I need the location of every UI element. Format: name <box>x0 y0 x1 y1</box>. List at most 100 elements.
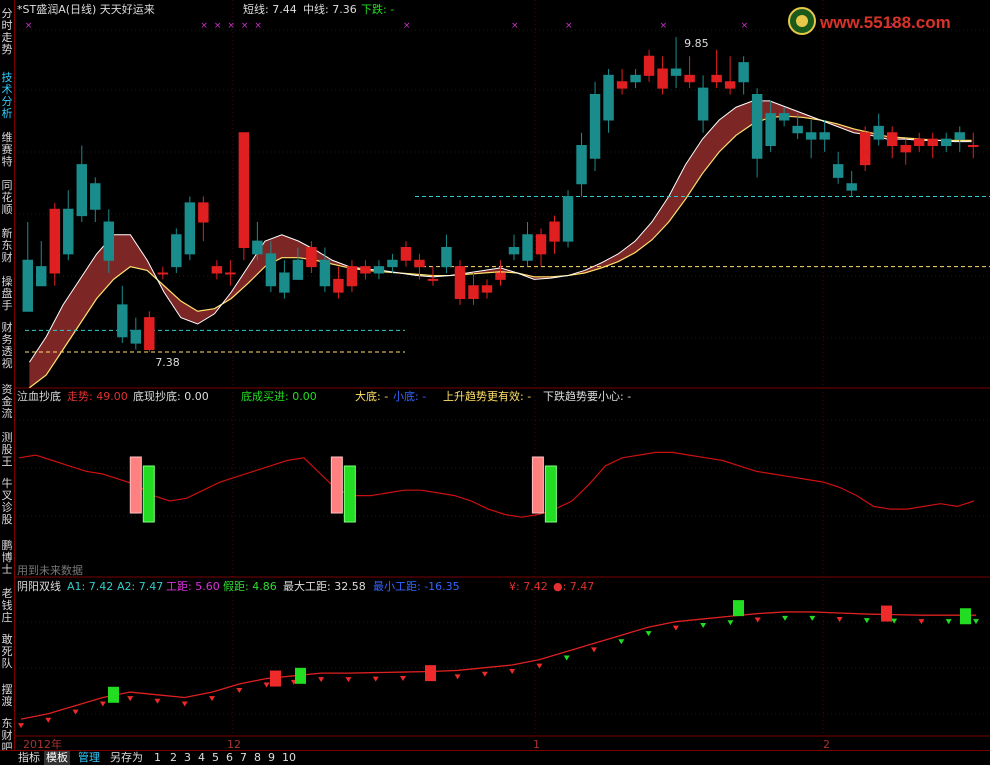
candle-body <box>711 74 722 83</box>
rail-item-11[interactable]: 老钱庄 <box>0 588 14 624</box>
signal-cross-0: × <box>25 21 33 31</box>
rail-item-0[interactable]: 分时走势 <box>0 8 14 56</box>
yen-value: ¥: 7.42 <box>509 580 548 593</box>
tab-2[interactable]: 管理 <box>76 751 102 765</box>
a-box-6 <box>960 608 971 625</box>
candle-body <box>360 266 371 274</box>
bottom-value: 底现抄底: 0.00 <box>133 389 209 403</box>
rail-item-4[interactable]: 新东财 <box>0 228 14 264</box>
rail-item-1[interactable]: 技术分析 <box>0 72 14 120</box>
candle-body <box>117 304 128 338</box>
candle-body <box>562 196 574 242</box>
signal-cross-4: × <box>241 21 249 31</box>
mid-line-value: 中线: 7.36 <box>303 2 357 16</box>
candle-body <box>522 234 533 261</box>
a1-marker <box>809 615 816 621</box>
logo-text: www.55188.com <box>819 13 951 32</box>
candle-body <box>832 164 844 178</box>
a1-marker <box>154 698 161 704</box>
tab-5[interactable]: 2 <box>168 751 179 765</box>
max-distance-value: 最大工距: 32.58 <box>283 579 366 593</box>
rail-item-9[interactable]: 牛叉诊股 <box>0 478 14 526</box>
signal-cross-5: × <box>254 21 262 31</box>
candle-body <box>346 266 358 287</box>
tab-0[interactable]: 指标 <box>16 751 42 765</box>
signal-cross-3: × <box>227 21 235 31</box>
a1-marker <box>863 618 870 624</box>
dot-value: ●: 7.47 <box>553 580 594 593</box>
candle-body <box>414 259 425 268</box>
signal-cross-1: × <box>200 21 208 31</box>
candle-body <box>535 234 547 255</box>
candle-body <box>441 247 452 268</box>
chart-canvas[interactable]: 9.857.38×××××××××××××*ST盛润A(日线) 天天好运来短线:… <box>15 0 990 750</box>
tab-13[interactable]: 10 <box>280 751 298 765</box>
a1-marker <box>263 682 270 688</box>
signal-cross-2: × <box>214 21 222 31</box>
candle-body <box>90 183 101 210</box>
tab-4[interactable]: 1 <box>152 751 163 765</box>
buy-value: 底成买进: 0.00 <box>241 389 317 403</box>
ma-band <box>29 100 972 388</box>
tab-7[interactable]: 4 <box>196 751 207 765</box>
a1-marker <box>454 674 461 680</box>
trend-line <box>18 451 975 518</box>
panel2-title: 泣血抄底 <box>17 389 61 403</box>
tab-8[interactable]: 5 <box>210 751 221 765</box>
candle-body <box>454 266 466 299</box>
rail-item-8[interactable]: 测股王 <box>0 432 14 468</box>
a1-marker <box>345 677 352 683</box>
chart-area[interactable]: 9.857.38×××××××××××××*ST盛润A(日线) 天天好运来短线:… <box>15 0 990 750</box>
up-trend-value: 上升趋势更有效: - <box>443 389 531 403</box>
candle-body <box>630 74 641 83</box>
candle-body <box>765 113 776 146</box>
a1-marker <box>509 669 516 674</box>
candle-body <box>941 138 952 146</box>
candle-body <box>657 68 668 89</box>
short-line-value: 短线: 7.44 <box>243 2 297 16</box>
rail-item-14[interactable]: 东财吧 <box>0 718 14 754</box>
rail-item-6[interactable]: 财务透视 <box>0 322 14 370</box>
tab-11[interactable]: 8 <box>252 751 263 765</box>
min-distance-value: 最小工距: -16.35 <box>373 580 460 593</box>
signal-cross-8: × <box>565 21 573 31</box>
tab-9[interactable]: 6 <box>224 751 235 765</box>
ma-short-line <box>28 100 972 363</box>
candle-body <box>738 62 749 83</box>
candle-body <box>198 202 209 223</box>
a1-marker <box>18 723 24 729</box>
rail-item-13[interactable]: 摆渡 <box>0 684 14 708</box>
a1-marker <box>209 696 215 702</box>
rail-item-10[interactable]: 鹏博士 <box>0 540 14 576</box>
tab-3[interactable]: 另存为 <box>108 751 145 765</box>
candle-body <box>549 221 560 242</box>
rail-item-2[interactable]: 维赛特 <box>0 132 14 168</box>
a1-marker <box>236 687 243 693</box>
a1-marker <box>318 677 325 683</box>
tab-12[interactable]: 9 <box>266 751 277 765</box>
candle-body <box>495 272 506 280</box>
a-box-0 <box>108 686 119 703</box>
fake-distance-value: 假距: 4.86 <box>223 579 277 593</box>
a-box-2 <box>295 667 306 684</box>
a1-marker <box>481 671 488 677</box>
xaxis-label-2: 1 <box>533 738 540 750</box>
a1-marker <box>372 676 379 682</box>
tab-1[interactable]: 模板 <box>44 751 70 765</box>
candle-body <box>171 234 182 268</box>
rail-item-5[interactable]: 操盘手 <box>0 276 14 312</box>
tab-10[interactable]: 7 <box>238 751 249 765</box>
tab-6[interactable]: 3 <box>182 751 193 765</box>
a-box-5 <box>881 605 892 622</box>
candle-body <box>792 125 803 134</box>
candle-body <box>954 132 965 140</box>
candle-body <box>292 259 304 280</box>
a1-marker <box>536 663 543 669</box>
rail-item-12[interactable]: 敢死队 <box>0 634 14 670</box>
candle-body <box>427 278 439 281</box>
rail-item-7[interactable]: 资金流 <box>0 384 14 420</box>
a-box-1 <box>270 670 281 687</box>
candle-body <box>859 132 871 166</box>
signal-green-bar-2 <box>544 465 557 523</box>
rail-item-3[interactable]: 同花顺 <box>0 180 14 216</box>
